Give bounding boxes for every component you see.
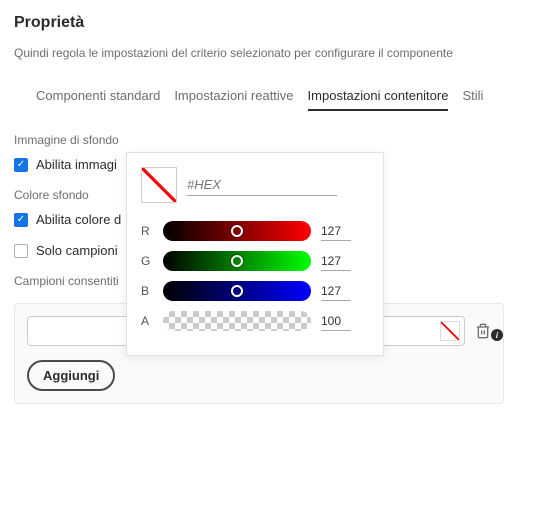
a-label: A: [141, 314, 153, 328]
enable-image-checkbox[interactable]: ✓: [14, 158, 28, 172]
b-label: B: [141, 284, 153, 298]
swatch-preview-icon[interactable]: [440, 321, 460, 341]
g-label: G: [141, 254, 153, 268]
info-icon[interactable]: i: [491, 329, 503, 341]
tab-componenti-standard[interactable]: Componenti standard: [36, 82, 160, 111]
r-slider[interactable]: [163, 221, 311, 241]
r-slider-thumb[interactable]: [231, 225, 243, 237]
tabs: Componenti standard Impostazioni reattiv…: [14, 82, 557, 111]
add-button[interactable]: Aggiungi: [27, 360, 115, 391]
tab-impostazioni-contenitore[interactable]: Impostazioni contenitore: [308, 82, 449, 111]
swatch-only-label: Solo campioni: [36, 243, 118, 258]
a-slider[interactable]: [163, 311, 311, 331]
tab-stili[interactable]: Stili: [462, 82, 483, 111]
enable-color-checkbox[interactable]: ✓: [14, 213, 28, 227]
bg-image-section-label: Immagine di sfondo: [14, 133, 557, 147]
page-subtitle: Quindi regola le impostazioni del criter…: [14, 46, 557, 60]
enable-color-label: Abilita colore d: [36, 212, 121, 227]
tab-impostazioni-reattive[interactable]: Impostazioni reattive: [174, 82, 293, 111]
g-value-input[interactable]: [321, 252, 351, 271]
r-label: R: [141, 224, 153, 238]
b-value-input[interactable]: [321, 282, 351, 301]
b-slider[interactable]: [163, 281, 311, 301]
color-picker-popover: R G B A: [126, 152, 384, 356]
a-value-input[interactable]: [321, 312, 351, 331]
color-swatch-preview: [141, 167, 177, 203]
b-slider-thumb[interactable]: [231, 285, 243, 297]
hex-input[interactable]: [187, 174, 337, 196]
enable-image-label: Abilita immagi: [36, 157, 117, 172]
delete-icon[interactable]: [475, 322, 491, 340]
r-value-input[interactable]: [321, 222, 351, 241]
swatch-only-checkbox[interactable]: [14, 244, 28, 258]
g-slider-thumb[interactable]: [231, 255, 243, 267]
g-slider[interactable]: [163, 251, 311, 271]
page-title: Proprietà: [14, 14, 557, 32]
